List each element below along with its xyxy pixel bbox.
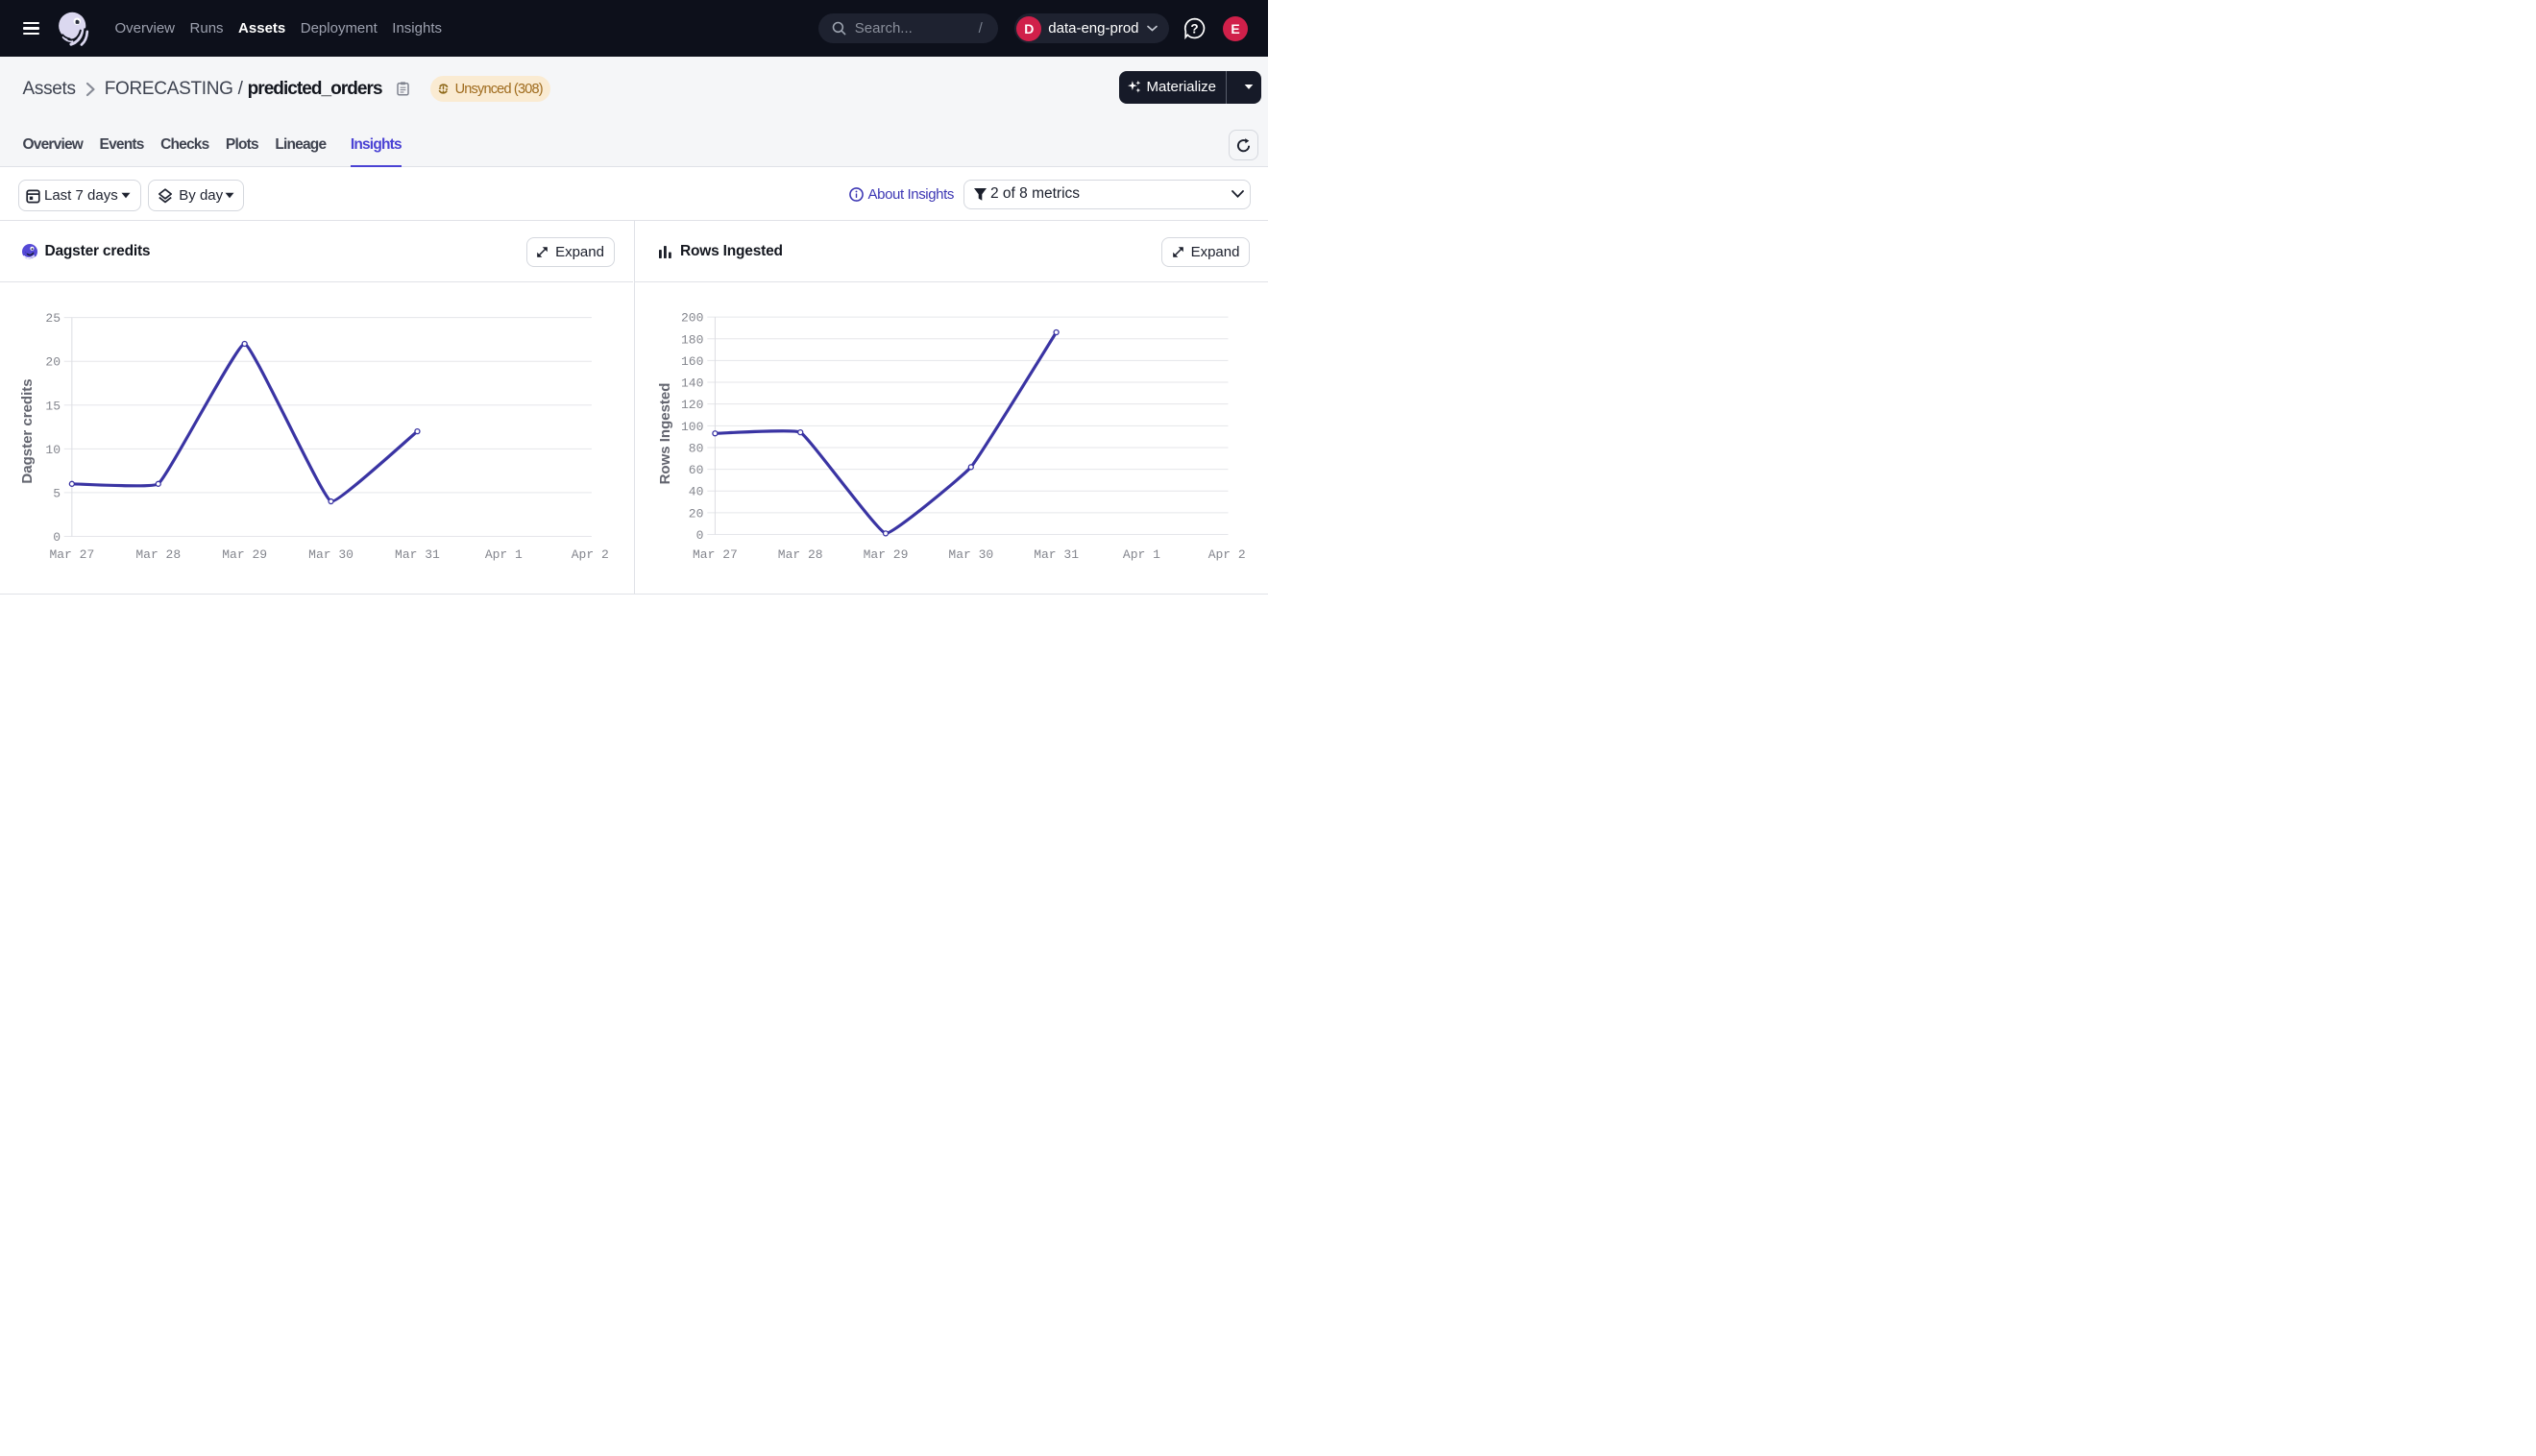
svg-text:20: 20 xyxy=(688,506,703,521)
svg-text:Apr 1: Apr 1 xyxy=(485,547,523,562)
svg-text:Apr 2: Apr 2 xyxy=(1207,547,1245,562)
svg-text:Dagster credits: Dagster credits xyxy=(19,378,36,483)
svg-text:120: 120 xyxy=(680,398,702,412)
svg-text:0: 0 xyxy=(695,528,703,543)
svg-text:40: 40 xyxy=(688,485,703,499)
svg-text:100: 100 xyxy=(680,420,702,434)
svg-text:Mar 31: Mar 31 xyxy=(1034,547,1079,562)
svg-text:10: 10 xyxy=(45,443,61,457)
svg-text:Mar 28: Mar 28 xyxy=(135,547,181,562)
svg-text:20: 20 xyxy=(45,355,61,370)
svg-text:140: 140 xyxy=(680,376,702,391)
svg-text:80: 80 xyxy=(688,441,703,455)
svg-text:Mar 30: Mar 30 xyxy=(948,547,993,562)
svg-text:60: 60 xyxy=(688,463,703,477)
svg-text:Mar 27: Mar 27 xyxy=(49,547,94,562)
svg-text:Apr 1: Apr 1 xyxy=(1122,547,1159,562)
svg-text:Mar 30: Mar 30 xyxy=(308,547,354,562)
svg-text:160: 160 xyxy=(680,354,702,369)
svg-text:Mar 27: Mar 27 xyxy=(692,547,737,562)
svg-text:200: 200 xyxy=(680,311,702,326)
svg-text:Apr 2: Apr 2 xyxy=(572,547,609,562)
svg-text:Mar 29: Mar 29 xyxy=(863,547,908,562)
svg-text:180: 180 xyxy=(680,332,702,347)
svg-text:Rows Ingested: Rows Ingested xyxy=(657,383,673,485)
svg-text:Mar 28: Mar 28 xyxy=(777,547,822,562)
svg-text:?: ? xyxy=(1190,21,1198,36)
svg-text:0: 0 xyxy=(53,530,61,545)
svg-text:Mar 31: Mar 31 xyxy=(395,547,440,562)
svg-text:5: 5 xyxy=(53,486,61,500)
svg-text:25: 25 xyxy=(45,311,61,326)
svg-text:15: 15 xyxy=(45,399,61,413)
svg-text:Mar 29: Mar 29 xyxy=(222,547,267,562)
